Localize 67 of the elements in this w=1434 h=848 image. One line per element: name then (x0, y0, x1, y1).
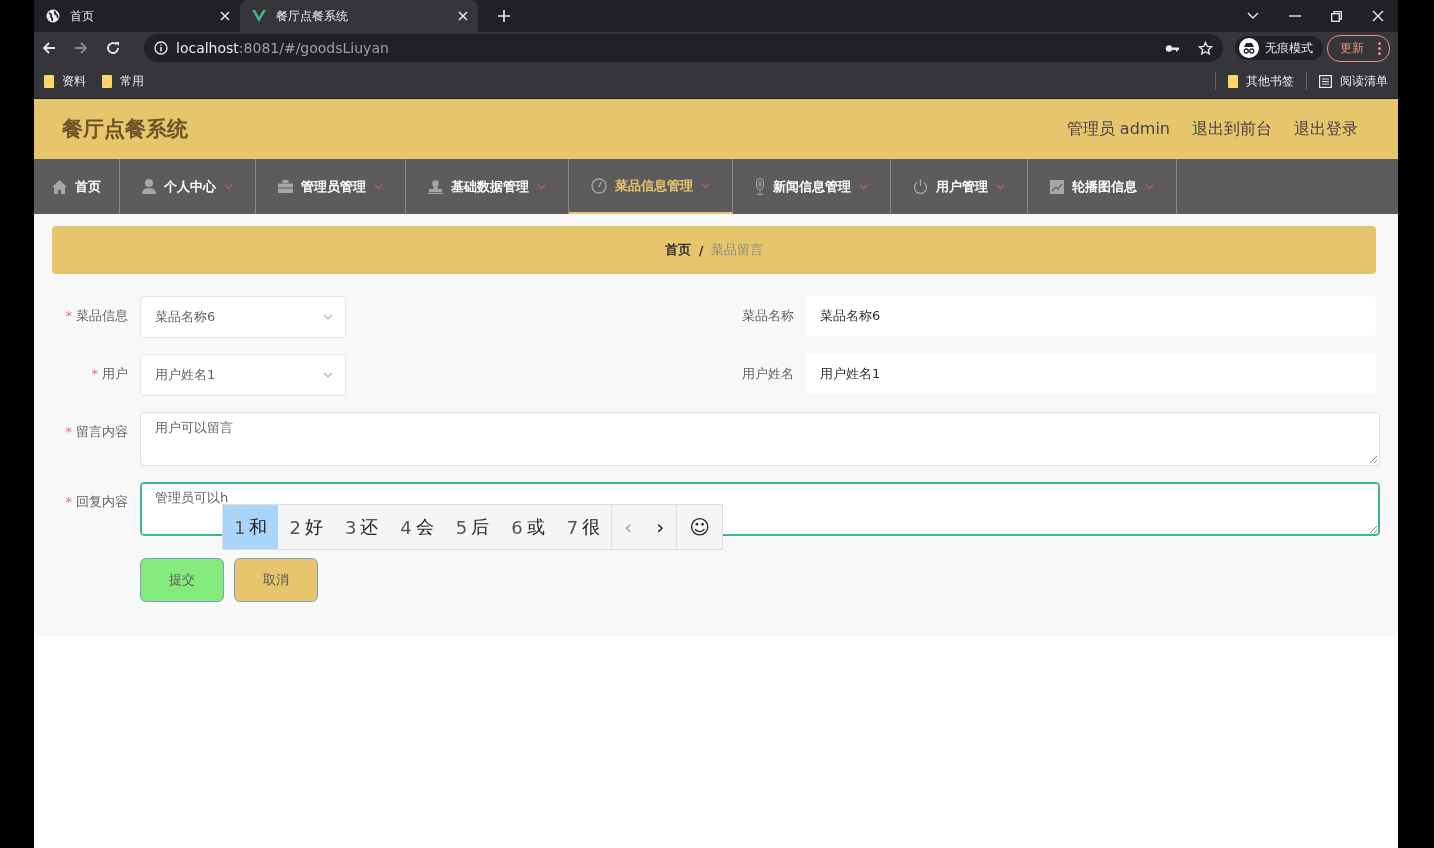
back-arrow-icon[interactable] (42, 41, 56, 55)
chart-icon (1050, 179, 1064, 194)
resize-grip-icon[interactable] (1370, 456, 1377, 463)
folder-icon (1228, 74, 1238, 88)
breadcrumb-separator: / (698, 242, 704, 258)
field-label: * 回复内容 (64, 493, 129, 511)
emoji-button[interactable]: ☺ (676, 505, 723, 549)
tab-title: 餐厅点餐系统 (276, 7, 349, 25)
field-label: 用户姓名 (741, 365, 795, 383)
field-label: 菜品名称 (741, 307, 795, 325)
header-link[interactable]: 退出到前台 (1192, 118, 1272, 140)
key-icon[interactable] (1165, 43, 1180, 53)
submit-button[interactable]: 提交 (140, 558, 224, 602)
person-icon (142, 179, 156, 194)
bookmark-folder[interactable]: 资料 (44, 72, 86, 90)
info-icon (154, 41, 168, 55)
close-icon[interactable] (1372, 10, 1384, 22)
new-tab-icon[interactable] (498, 10, 510, 22)
field-label: * 留言内容 (64, 423, 129, 441)
microphone-icon (755, 178, 765, 195)
chevron-down-icon (323, 314, 333, 320)
briefcase-icon (278, 180, 293, 193)
reading-list-button[interactable]: 阅读清单 (1319, 72, 1388, 90)
input-field[interactable]: 用户姓名1 (806, 354, 1376, 394)
folder-icon (44, 74, 54, 88)
field-label: * 用户 (90, 365, 129, 383)
close-icon[interactable] (458, 11, 468, 21)
incognito-icon (1239, 38, 1259, 58)
breadcrumb-link[interactable]: 首页 (664, 241, 691, 259)
folder-icon (102, 74, 112, 88)
tab-title: 首页 (70, 7, 95, 25)
reload-icon[interactable] (106, 41, 120, 55)
star-icon[interactable] (1198, 40, 1213, 56)
bookmark-folder[interactable]: 其他书签 (1228, 72, 1294, 90)
globe-icon (46, 9, 60, 23)
browser-tab[interactable]: 首页 (34, 0, 240, 32)
update-button[interactable]: 更新 (1327, 34, 1390, 62)
power-icon (913, 178, 928, 195)
browser-tab[interactable]: 餐厅点餐系统 (240, 0, 478, 32)
close-icon[interactable] (220, 11, 230, 21)
stamp-icon (428, 179, 443, 194)
select-field[interactable]: 菜品名称6 (140, 296, 346, 338)
more-vertical-icon (1378, 41, 1381, 55)
user-label: 管理员 admin (1066, 118, 1170, 140)
chevron-down-icon[interactable] (1247, 12, 1259, 20)
address-field[interactable]: localhost:8081/#/goodsLiuyan (144, 34, 1223, 62)
field-label: * 菜品信息 (64, 307, 129, 325)
resize-grip-icon[interactable] (1370, 526, 1377, 533)
ime-candidate[interactable]: 1 和 (223, 505, 279, 549)
header-link[interactable]: 退出登录 (1294, 118, 1358, 140)
input-field[interactable]: 菜品名称6 (806, 296, 1376, 336)
select-field[interactable]: 用户姓名1 (140, 354, 346, 396)
url-text: localhost:8081/#/goodsLiuyan (176, 40, 389, 56)
app-title: 餐厅点餐系统 (62, 116, 188, 143)
textarea-field[interactable]: 用户可以留言 (140, 412, 1380, 466)
bookmark-folder[interactable]: 常用 (102, 72, 144, 90)
incognito-button[interactable]: 无痕模式 (1235, 36, 1323, 60)
home-icon (52, 179, 67, 194)
list-icon (1319, 74, 1332, 88)
v-logo-icon (252, 10, 266, 22)
cancel-button[interactable]: 取消 (234, 558, 318, 602)
forward-arrow-icon[interactable] (74, 41, 88, 55)
breadcrumb-current: 菜品留言 (711, 241, 764, 259)
restore-icon[interactable] (1331, 10, 1342, 22)
next-page-button[interactable]: › (644, 515, 677, 539)
chevron-down-icon (323, 372, 333, 378)
gauge-icon (591, 177, 607, 194)
